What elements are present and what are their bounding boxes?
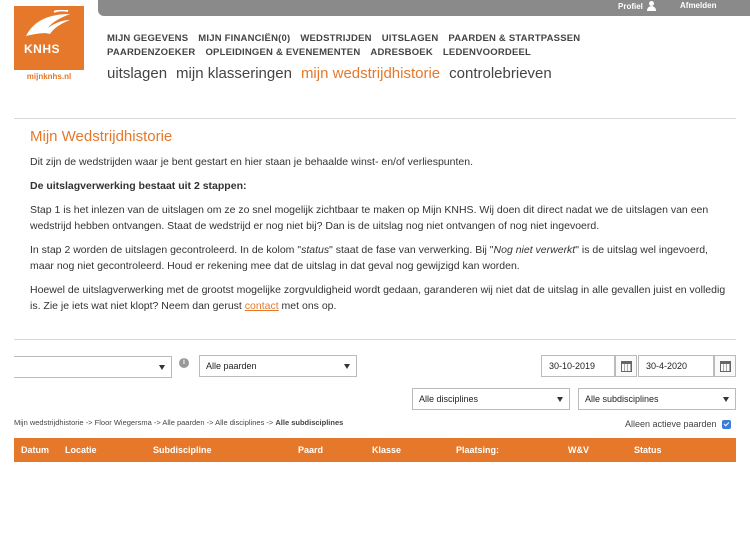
active-horses-checkbox[interactable] (721, 419, 731, 429)
contact-link[interactable]: contact (245, 300, 279, 312)
date-to-value: 30-4-2020 (646, 361, 688, 371)
logo-badge: KNHS (14, 6, 84, 70)
main-content: Mijn Wedstrijdhistorie Dit zijn de wedst… (30, 128, 730, 322)
steps-heading: De uitslagverwerking bestaat uit 2 stapp… (30, 180, 247, 192)
rider-select[interactable] (14, 356, 172, 378)
content-divider (14, 339, 736, 340)
results-table-header: Datum Locatie Subdiscipline Paard Klasse… (14, 438, 736, 462)
horse-wing-icon (26, 10, 70, 36)
nav-mijn-gegevens[interactable]: MIJN GEGEVENS (107, 33, 188, 44)
chevron-down-icon (723, 397, 729, 402)
disciplines-select[interactable]: Alle disciplines (412, 388, 570, 410)
calendar-icon (720, 361, 731, 372)
horses-select[interactable]: Alle paarden (199, 355, 357, 377)
date-to-input[interactable]: 30-4-2020 (638, 355, 714, 377)
column-plaatsing[interactable]: Plaatsing: (456, 445, 499, 455)
subnav-mijn-klasseringen[interactable]: mijn klasseringen (176, 65, 292, 82)
step1-text: Stap 1 is het inlezen van de uitslagen o… (30, 204, 709, 232)
subnav-mijn-wedstrijdhistorie[interactable]: mijn wedstrijdhistorie (301, 65, 440, 82)
column-subdiscipline[interactable]: Subdiscipline (153, 445, 212, 455)
chevron-down-icon (344, 364, 350, 369)
date-from-calendar-button[interactable] (615, 355, 637, 377)
intro-text: Dit zijn de wedstrijden waar je bent ges… (30, 156, 474, 168)
step2-text: In stap 2 worden de uitslagen gecontrole… (30, 244, 708, 272)
nav-mijn-financien[interactable]: MIJN FINANCIËN(0) (198, 33, 290, 44)
knhs-logo[interactable]: KNHS mijnknhs.nl (14, 6, 84, 82)
date-from-input[interactable]: 30-10-2019 (541, 355, 615, 377)
logo-site: mijnknhs.nl (26, 72, 72, 81)
column-wv[interactable]: W&V (568, 445, 589, 455)
chevron-down-icon (159, 365, 165, 370)
nav-adresboek[interactable]: ADRESBOEK (370, 47, 433, 58)
subdisciplines-select-value: Alle subdisciplines (585, 394, 659, 404)
logout-link[interactable]: Afmelden (680, 1, 716, 10)
breadcrumb-path: Mijn wedstrijdhistorie -> Floor Wiegersm… (14, 418, 276, 427)
chevron-down-icon (557, 397, 563, 402)
nav-wedstrijden[interactable]: WEDSTRIJDEN (300, 33, 371, 44)
column-klasse[interactable]: Klasse (372, 445, 401, 455)
horses-select-value: Alle paarden (206, 361, 257, 371)
active-horses-label: Alleen actieve paarden (625, 419, 717, 429)
disclaimer-text: Hoewel de uitslagverwerking met de groot… (30, 284, 726, 312)
nav-uitslagen[interactable]: UITSLAGEN (382, 33, 439, 44)
page-title: Mijn Wedstrijdhistorie (30, 128, 173, 145)
disciplines-select-value: Alle disciplines (419, 394, 479, 404)
nav-paardenzoeker[interactable]: PAARDENZOEKER (107, 47, 195, 58)
nav-paarden-startpassen[interactable]: PAARDEN & STARTPASSEN (448, 33, 580, 44)
subnav-controlebrieven[interactable]: controlebrieven (449, 65, 552, 82)
column-locatie[interactable]: Locatie (65, 445, 97, 455)
profile-link[interactable]: Profiel (618, 1, 656, 11)
main-navigation: MIJN GEGEVENS MIJN FINANCIËN(0) WEDSTRIJ… (107, 33, 627, 58)
active-horses-toggle[interactable]: Alleen actieve paarden (625, 419, 731, 429)
logo-brand: KNHS (24, 42, 61, 56)
sub-navigation: uitslagen mijn klasseringen mijn wedstri… (107, 65, 552, 82)
column-status[interactable]: Status (634, 445, 662, 455)
calendar-icon (621, 361, 632, 372)
info-icon[interactable]: i (179, 358, 189, 368)
nav-ledenvoordeel[interactable]: LEDENVOORDEEL (443, 47, 531, 58)
column-datum[interactable]: Datum (21, 445, 49, 455)
breadcrumb-current: Alle subdisciplines (275, 418, 344, 427)
date-from-value: 30-10-2019 (549, 361, 596, 371)
user-icon (646, 1, 656, 11)
subnav-uitslagen[interactable]: uitslagen (107, 65, 167, 82)
nav-opleidingen-evenementen[interactable]: OPLEIDINGEN & EVENEMENTEN (205, 47, 360, 58)
date-to-calendar-button[interactable] (714, 355, 736, 377)
top-account-bar: Profiel Afmelden (98, 0, 750, 16)
subdisciplines-select[interactable]: Alle subdisciplines (578, 388, 736, 410)
column-paard[interactable]: Paard (298, 445, 323, 455)
logout-label: Afmelden (680, 1, 717, 10)
header-divider (14, 118, 736, 119)
profile-label: Profiel (618, 1, 643, 11)
breadcrumb: Mijn wedstrijdhistorie -> Floor Wiegersm… (14, 418, 343, 427)
